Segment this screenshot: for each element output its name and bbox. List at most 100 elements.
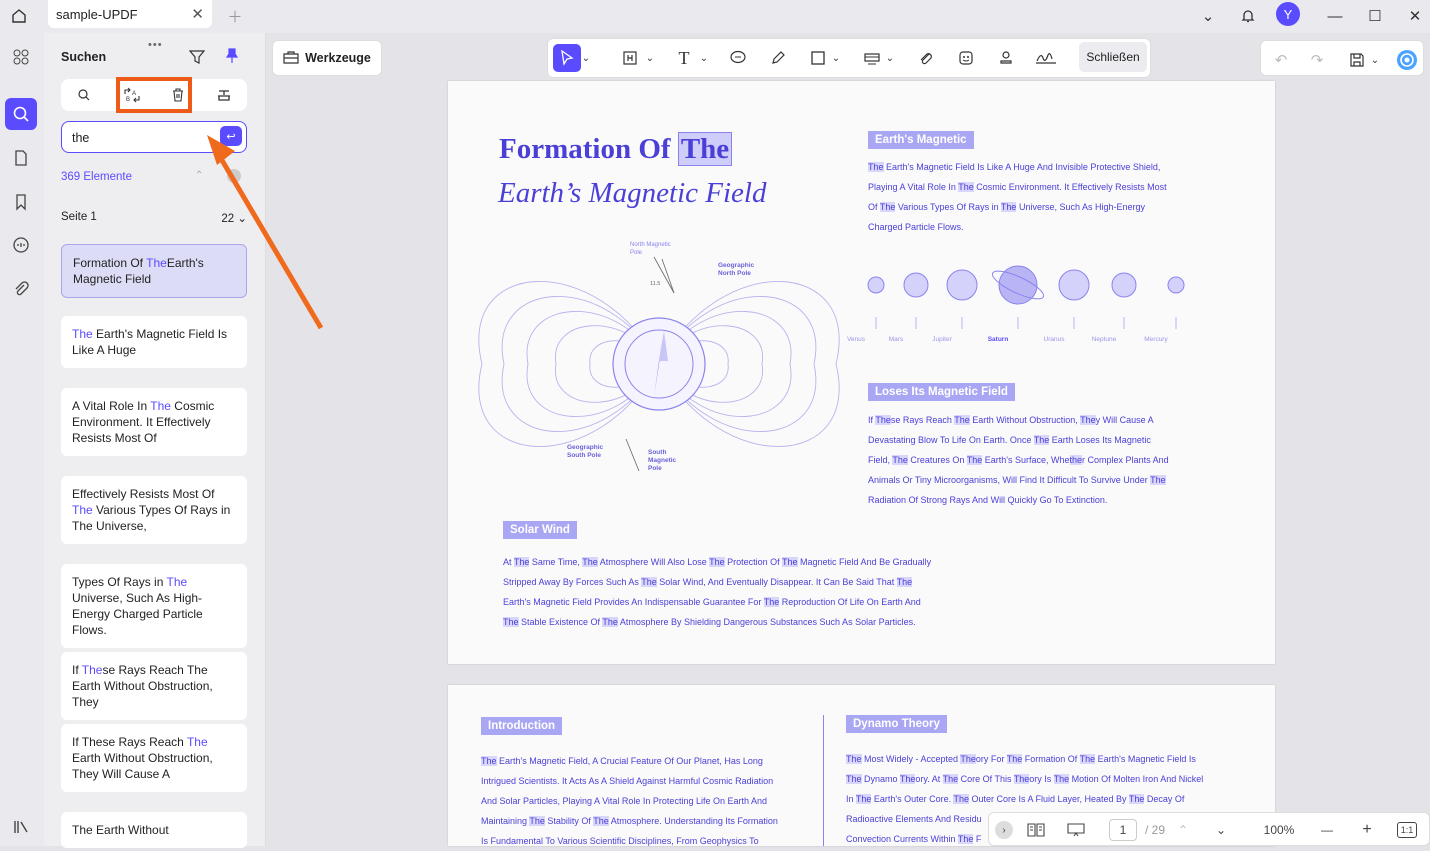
document-subtitle: Earth’s Magnetic Field — [498, 177, 767, 209]
thumbnails-icon[interactable] — [6, 42, 36, 72]
layers-icon[interactable] — [6, 812, 36, 842]
filter-icon[interactable] — [188, 49, 206, 70]
search-result-item[interactable]: If These Rays Reach The Earth Without Ob… — [61, 652, 247, 720]
text-line: The Most Widely - Accepted Theory For Th… — [846, 754, 1196, 764]
chevron-down-icon[interactable]: ⌄ — [830, 44, 842, 72]
planet-label: Neptune — [1091, 336, 1117, 343]
text-line: Radiation Of Strong Rays And Will Quickl… — [868, 495, 1108, 505]
search-result-item[interactable]: A Vital Role In The Cosmic Environment. … — [61, 388, 247, 456]
match-highlight: The — [166, 575, 188, 589]
search-result-item[interactable]: The Earth Without — [61, 812, 247, 848]
text-line: The Earth's Magnetic Field Is Like A Hug… — [868, 162, 1161, 172]
close-tab-icon[interactable]: ✕ — [191, 5, 204, 23]
pencil-tool-icon[interactable] — [764, 44, 792, 72]
minimize-icon[interactable]: — — [1322, 4, 1348, 28]
presentation-icon[interactable] — [1065, 819, 1087, 841]
tab-title: sample-UPDF — [56, 6, 138, 22]
match-highlight: The — [146, 256, 167, 270]
new-tab-icon[interactable]: ＋ — [222, 4, 248, 28]
attachment-icon[interactable] — [6, 274, 36, 304]
chevron-down-icon[interactable]: ⌄ — [644, 44, 656, 72]
home-icon[interactable] — [6, 4, 32, 28]
planets-illustration — [867, 265, 1185, 329]
dynamo-theory-badge: Dynamo Theory — [846, 715, 947, 733]
match-highlight: The — [186, 735, 208, 749]
planet-label: Jupiter — [932, 336, 952, 343]
match-highlight: The — [72, 327, 93, 341]
solar-wind-badge: Solar Wind — [503, 521, 577, 539]
close-window-icon[interactable]: ✕ — [1402, 4, 1428, 28]
page-number-input[interactable]: 1 — [1109, 819, 1137, 841]
chevron-down-icon[interactable]: ⌄ — [698, 44, 710, 72]
page-label: Seite 1 — [61, 211, 97, 223]
vertical-scrollbar[interactable] — [1422, 80, 1430, 810]
shape-tool-icon[interactable] — [804, 44, 832, 72]
text-line: Devastating Blow To Life On Earth. Once … — [868, 435, 1151, 445]
text-line: At The Same Time, The Atmosphere Will Al… — [503, 557, 932, 567]
stamp-tool-icon[interactable] — [858, 44, 886, 72]
search-result-item[interactable]: Types Of Rays in The Universe, Such As H… — [61, 564, 247, 648]
introduction-badge: Introduction — [481, 717, 563, 735]
earth-magnetic-text: The Earth's Magnetic Field Is Like A Hug… — [868, 157, 1228, 237]
search-mode-icon[interactable] — [61, 79, 107, 111]
chevron-down-icon[interactable]: ⌄ — [1195, 4, 1221, 28]
ocr-icon[interactable] — [201, 79, 247, 111]
chevron-down-icon[interactable]: ⌄ — [1369, 46, 1381, 74]
sticker-icon[interactable] — [952, 44, 980, 72]
page-total: / 29 — [1144, 823, 1165, 837]
actual-size-icon[interactable]: 1:1 — [1397, 822, 1417, 838]
angle-label: 11.5 — [650, 281, 660, 287]
document-tab[interactable]: sample-UPDF ✕ — [48, 0, 212, 28]
collapse-icon[interactable]: › — [995, 821, 1013, 839]
text-line: If These Rays Reach The Earth Without Ob… — [868, 415, 1154, 425]
select-tool-icon[interactable] — [553, 44, 581, 72]
zoom-out-icon[interactable]: — — [1319, 819, 1335, 841]
loses-field-text: If These Rays Reach The Earth Without Ob… — [868, 410, 1228, 510]
south-magnetic-label: South Magnetic Pole — [648, 449, 677, 472]
reading-mode-icon[interactable] — [1025, 819, 1047, 841]
pages-icon[interactable] — [6, 143, 36, 173]
text-line: And Solar Particles, Playing A Vital Rol… — [481, 796, 767, 806]
comments-icon[interactable] — [6, 230, 36, 260]
chevron-down-icon[interactable]: ⌄ — [884, 44, 896, 72]
column-divider — [823, 715, 824, 846]
bell-icon[interactable] — [1235, 4, 1261, 28]
text-line: The Dynamo Theory. At The Core Of This T… — [846, 774, 1204, 784]
ai-assistant-icon[interactable] — [1393, 46, 1421, 74]
bookmark-icon[interactable] — [6, 187, 36, 217]
text-line: Is Fundamental To Various Scientific Dis… — [481, 836, 759, 846]
zoom-level[interactable]: 100% — [1257, 819, 1301, 841]
comment-tool-icon[interactable] — [724, 44, 752, 72]
annotation-arrow — [207, 135, 324, 330]
north-magnetic-label: North Magnetic Pole — [630, 242, 671, 256]
zoom-in-icon[interactable]: + — [1359, 819, 1375, 841]
magnetic-field-diagram: 11.5 — [478, 256, 840, 472]
search-result-item[interactable]: If These Rays Reach The Earth Without Ob… — [61, 724, 247, 792]
search-result-item[interactable]: Effectively Resists Most Of The Various … — [61, 476, 247, 544]
paperclip-icon[interactable] — [912, 44, 940, 72]
chevron-down-icon[interactable]: ⌄ — [580, 44, 592, 72]
search-icon[interactable] — [5, 98, 37, 130]
signature-stamp-icon[interactable] — [992, 44, 1020, 72]
text-tool-icon[interactable]: T — [670, 44, 698, 72]
close-tools-button[interactable]: Schließen — [1079, 42, 1147, 72]
signature-icon[interactable] — [1032, 44, 1060, 72]
undo-icon[interactable]: ↶ — [1267, 46, 1295, 74]
highlight-tool-icon[interactable] — [616, 44, 644, 72]
save-icon[interactable] — [1343, 46, 1371, 74]
match-highlight: The — [72, 503, 93, 517]
prev-page-icon[interactable]: ⌃ — [1175, 819, 1191, 841]
text-line: Intrigued Scientists. It Acts As A Shiel… — [481, 776, 774, 786]
panel-drag-handle[interactable]: ••• — [148, 39, 163, 51]
tools-button[interactable]: Werkzeuge — [272, 40, 382, 76]
earth-magnetic-badge: Earth's Magnetic — [868, 131, 974, 149]
annotation-toolbar: ⌄ ⌄ T ⌄ ⌄ ⌄ — [547, 38, 1151, 78]
document-title: Formation Of The — [499, 132, 733, 166]
next-page-icon[interactable]: ⌄ — [1213, 819, 1229, 841]
planet-label: Uranus — [1043, 336, 1065, 343]
pin-icon[interactable] — [225, 48, 239, 69]
redo-icon[interactable]: ↷ — [1303, 46, 1331, 74]
pdf-page-1: Formation Of The Earth’s Magnetic Field … — [448, 81, 1275, 664]
avatar[interactable]: Y — [1276, 2, 1300, 26]
maximize-icon[interactable]: ☐ — [1362, 4, 1388, 28]
